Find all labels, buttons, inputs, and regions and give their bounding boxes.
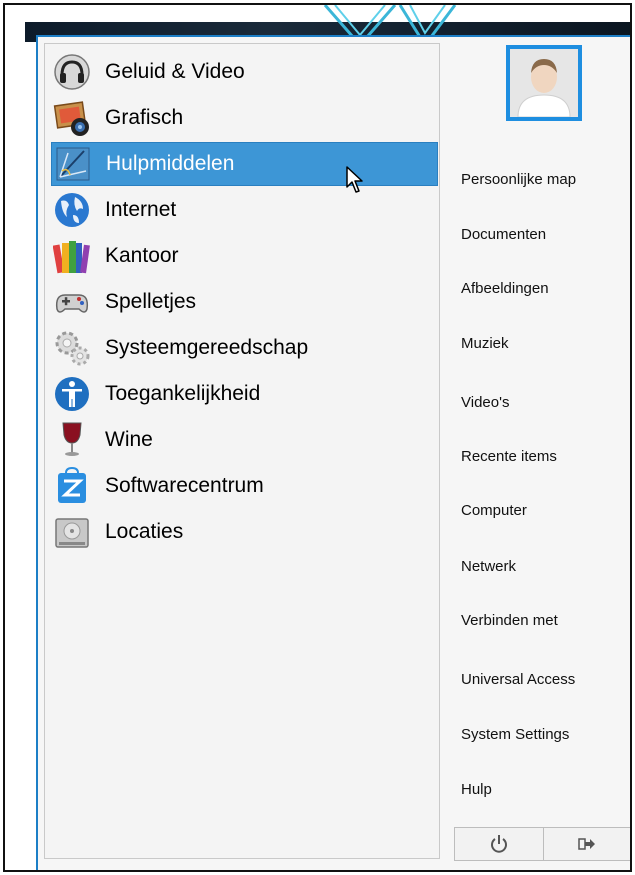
place-videos[interactable]: Video's [461,394,509,411]
user-icon [510,49,578,117]
category-label: Locaties [105,520,184,543]
category-label: Softwarecentrum [105,474,264,497]
power-icon [490,835,507,853]
place-recente-items[interactable]: Recente items [461,448,557,465]
category-hulpmiddelen[interactable]: Hulpmiddelen [51,142,438,186]
category-toegankelijkheid[interactable]: Toegankelijkheid [51,372,438,416]
drive-icon [53,513,91,551]
user-avatar[interactable] [506,45,582,121]
headphones-icon [53,53,91,91]
place-persoonlijke-map[interactable]: Persoonlijke map [461,171,576,188]
software-center-icon [53,467,91,505]
place-muziek[interactable]: Muziek [461,335,509,352]
session-bar [454,827,631,861]
category-softwarecentrum[interactable]: Softwarecentrum [51,464,438,508]
category-locaties[interactable]: Locaties [51,510,438,554]
category-label: Geluid & Video [105,60,245,83]
graphics-icon [53,99,91,137]
category-label: Grafisch [105,106,184,129]
gears-icon [53,329,91,367]
gamepad-icon [53,283,91,321]
place-universal-access[interactable]: Universal Access [461,671,575,688]
logout-icon [578,838,596,850]
category-kantoor[interactable]: Kantoor [51,234,438,278]
mouse-cursor-icon [346,166,363,193]
category-internet[interactable]: Internet [51,188,438,232]
category-label: Systeemgereedschap [105,336,309,359]
wine-glass-icon [53,421,91,459]
category-systeemgereedschap[interactable]: Systeemgereedschap [51,326,438,370]
accessibility-icon [53,375,91,413]
category-label: Spelletjes [105,290,197,313]
application-menu: Geluid & Video Grafisch Hulpmiddelen Int… [36,35,631,870]
place-documenten[interactable]: Documenten [461,226,546,243]
place-afbeeldingen[interactable]: Afbeeldingen [461,280,549,297]
screenshot-frame: Geluid & Video Grafisch Hulpmiddelen Int… [3,3,632,872]
accessories-icon [54,145,92,183]
place-hulp[interactable]: Hulp [461,781,492,798]
shutdown-button[interactable] [455,828,543,860]
category-label: Hulpmiddelen [106,152,235,175]
category-label: Internet [105,198,177,221]
category-grafisch[interactable]: Grafisch [51,96,438,140]
place-computer[interactable]: Computer [461,502,527,519]
places-panel: Persoonlijke map Documenten Afbeeldingen… [442,37,631,870]
category-label: Wine [105,428,153,451]
category-label: Toegankelijkheid [105,382,261,405]
books-icon [53,237,91,275]
category-spelletjes[interactable]: Spelletjes [51,280,438,324]
category-list: Geluid & Video Grafisch Hulpmiddelen Int… [44,43,440,859]
logout-button[interactable] [542,828,631,860]
category-label: Kantoor [105,244,179,267]
category-geluid-video[interactable]: Geluid & Video [51,50,438,94]
place-system-settings[interactable]: System Settings [461,726,569,743]
category-wine[interactable]: Wine [51,418,438,462]
place-netwerk[interactable]: Netwerk [461,558,516,575]
place-verbinden-met[interactable]: Verbinden met [461,612,558,629]
globe-icon [53,191,91,229]
